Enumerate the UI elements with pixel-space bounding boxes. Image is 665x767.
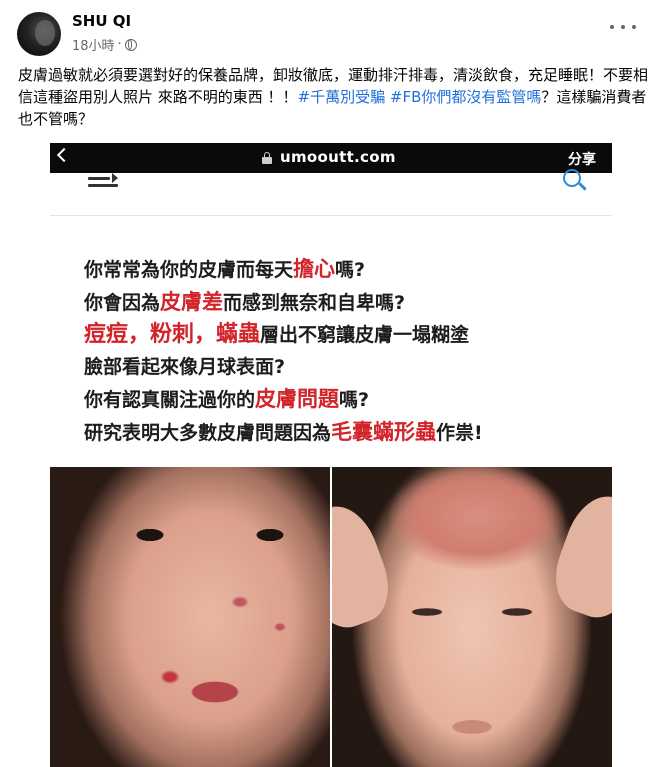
more-options-icon[interactable] <box>610 18 636 36</box>
shared-image[interactable]: umooutt.com 分享 你常常為你的皮膚而每天擔心嗎? 你會因為皮膚差而感… <box>50 143 612 767</box>
site-header <box>50 169 612 216</box>
lock-icon <box>262 152 272 164</box>
ad-line: 你會因為皮膚差而感到無奈和自卑嗎? <box>84 290 406 314</box>
hand-left <box>332 496 401 638</box>
avatar-face <box>35 20 55 46</box>
ad-line: 痘痘，粉刺，蟎蟲層出不窮讓皮膚一塌糊塗 <box>84 322 470 347</box>
url-text: umooutt.com <box>280 148 396 166</box>
facebook-post: SHU QI 18小時 · 皮膚過敏就必須要選對好的保養品牌，卸妝徹底，運動排汗… <box>0 0 665 767</box>
browser-bar: umooutt.com 分享 <box>50 143 612 173</box>
author-name[interactable]: SHU QI <box>72 12 131 30</box>
hashtag-link[interactable]: #FB你們都沒有監管嗎 <box>390 88 542 106</box>
meta-separator: · <box>117 37 122 52</box>
share-label: 分享 <box>568 152 596 168</box>
post-time[interactable]: 18小時 <box>72 35 115 54</box>
menu-icon <box>88 173 120 191</box>
hashtag-link[interactable]: #千萬別受騙 <box>298 88 386 106</box>
face-photo-left <box>50 467 330 767</box>
ad-line: 臉部看起來像月球表面? <box>84 356 286 378</box>
post-text: 皮膚過敏就必須要選對好的保養品牌，卸妝徹底，運動排汗排毒，清淡飲食，充足睡眠！不… <box>18 64 648 130</box>
hand-right <box>543 486 612 628</box>
ad-copy: 你常常為你的皮膚而每天擔心嗎? 你會因為皮膚差而感到無奈和自卑嗎? 痘痘，粉刺，… <box>84 255 604 451</box>
ad-line: 你有認真關注過你的皮膚問題嗎? <box>84 387 370 411</box>
search-icon <box>563 169 581 187</box>
back-icon <box>56 147 72 163</box>
post-meta: 18小時 · <box>72 35 137 54</box>
globe-icon[interactable] <box>124 38 137 51</box>
face-photo-right <box>332 467 612 767</box>
avatar[interactable] <box>17 12 61 56</box>
ad-line: 研究表明大多數皮膚問題因為毛囊蟎形蟲作祟! <box>84 420 483 444</box>
ad-line: 你常常為你的皮膚而每天擔心嗎? <box>84 257 366 281</box>
